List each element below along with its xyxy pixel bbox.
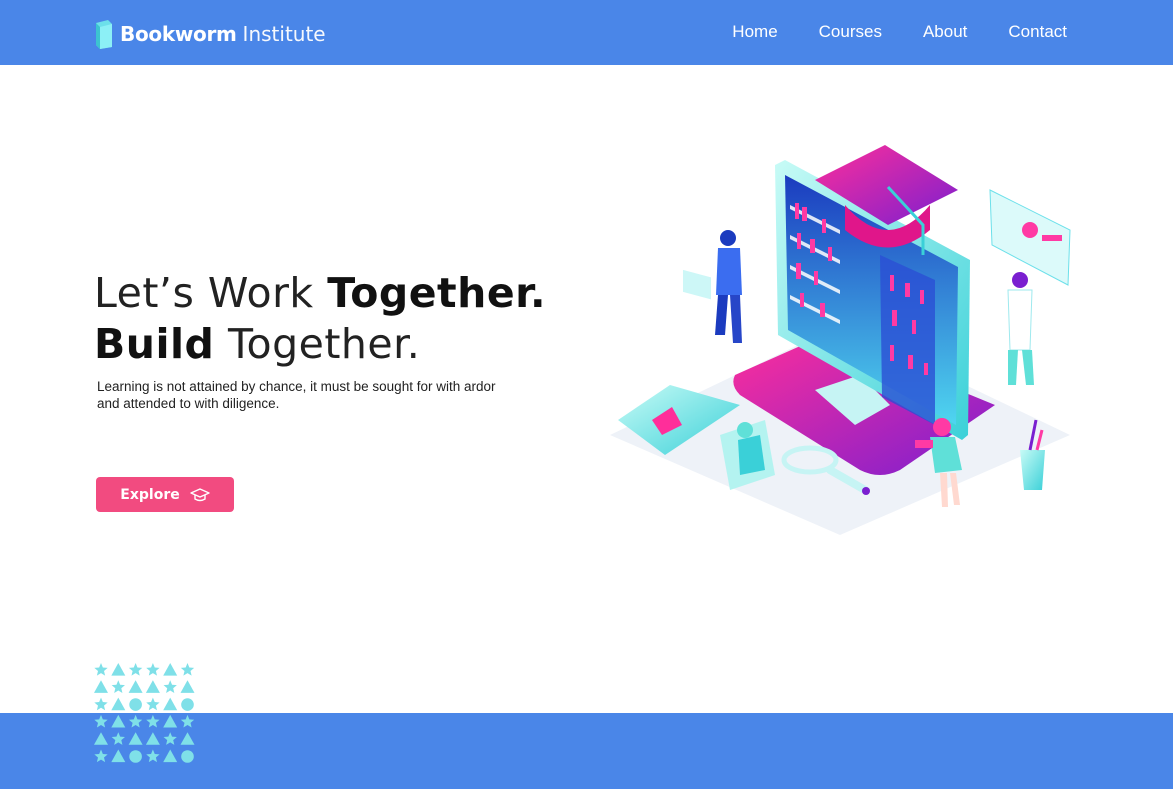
brand-logo[interactable]: Bookworm Institute <box>93 19 326 49</box>
pattern-star <box>128 714 143 728</box>
person-with-tablet <box>683 230 742 343</box>
bookshelf-right-panel <box>880 255 935 425</box>
headline-line-1-light: Let’s Work <box>94 269 328 317</box>
top-navbar: Bookworm Institute Home Courses About Co… <box>0 0 1173 65</box>
pattern-triangle <box>128 732 143 745</box>
nav-home[interactable]: Home <box>732 22 777 44</box>
pattern-triangle <box>145 680 160 693</box>
pattern-triangle <box>163 663 178 676</box>
pattern-star <box>94 697 108 711</box>
pattern-star <box>180 714 195 728</box>
pattern-triangle <box>145 732 160 745</box>
pattern-triangle <box>94 680 108 693</box>
pattern-triangle <box>111 749 126 763</box>
pattern-circle <box>181 750 194 763</box>
nav-contact[interactable]: Contact <box>1008 22 1067 44</box>
pattern-star <box>128 663 143 676</box>
pattern-star <box>146 749 160 763</box>
pattern-star <box>94 714 108 728</box>
pattern-star <box>163 732 177 745</box>
explore-button-label: Explore <box>120 486 180 503</box>
pattern-star <box>180 663 195 676</box>
pattern-triangle <box>163 749 178 763</box>
headline-line-2-bold: Build <box>94 320 215 368</box>
education-illustration <box>610 145 1071 535</box>
pattern-star <box>94 749 108 763</box>
pattern-triangle <box>111 663 126 676</box>
pattern-triangle <box>180 680 195 693</box>
pattern-triangle <box>94 732 108 745</box>
pattern-circle <box>181 698 194 711</box>
pattern-triangle <box>163 714 178 728</box>
shape-pattern <box>94 663 195 763</box>
pattern-triangle <box>163 697 178 711</box>
pattern-star <box>111 680 125 693</box>
person-at-board <box>989 189 1071 385</box>
nav-about[interactable]: About <box>923 22 967 44</box>
pattern-star <box>163 680 177 693</box>
pattern-triangle <box>128 680 143 693</box>
pattern-star <box>146 663 160 676</box>
pattern-circle <box>129 698 142 711</box>
graduation-cap-icon <box>190 487 210 501</box>
brand-suffix: Institute <box>242 22 326 46</box>
nav-courses[interactable]: Courses <box>819 22 882 44</box>
headline-line-2-light: Together. <box>214 320 421 368</box>
pattern-triangle <box>111 714 126 728</box>
hero-subtext: Learning is not attained by chance, it m… <box>97 379 496 411</box>
pattern-star <box>111 732 125 745</box>
pattern-triangle <box>111 697 126 711</box>
book-icon <box>96 20 112 49</box>
pattern-star <box>146 697 160 711</box>
headline-line-1-bold: Together. <box>327 269 547 317</box>
hero-headline: Let’s Work Together. Build Together. <box>94 268 546 370</box>
headline-line-2: Build Together. <box>94 319 546 370</box>
pattern-circle <box>129 750 142 763</box>
brand-name: Bookworm <box>120 22 237 46</box>
headline-line-1: Let’s Work Together. <box>94 268 546 319</box>
pattern-triangle <box>180 732 195 745</box>
pattern-star <box>94 663 108 676</box>
main-nav: Home Courses About Contact <box>732 22 1067 44</box>
explore-button[interactable]: Explore <box>96 477 234 512</box>
pattern-star <box>146 714 160 728</box>
